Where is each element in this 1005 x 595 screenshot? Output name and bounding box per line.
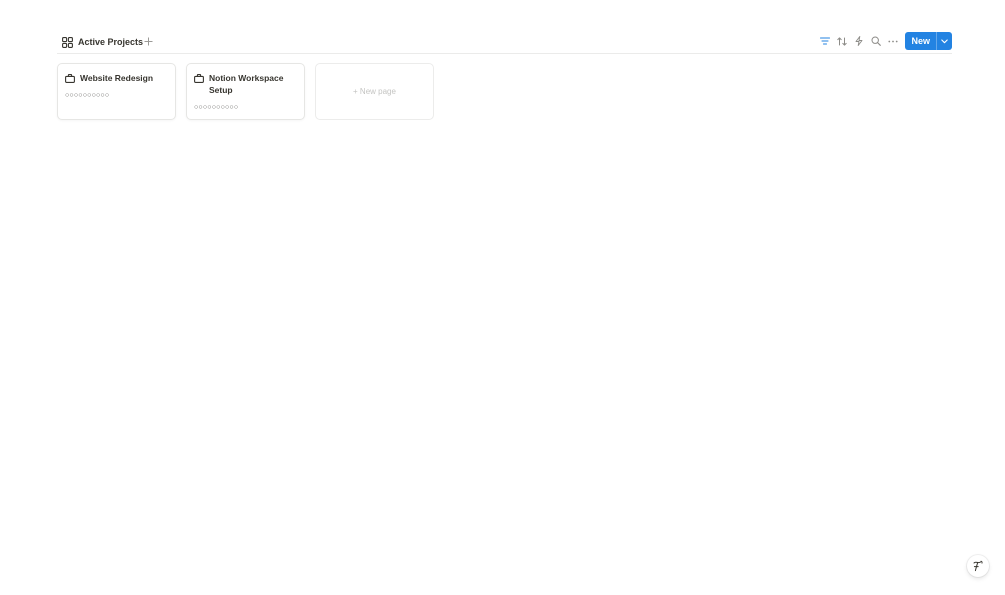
view-tab-label: Active Projects [78, 37, 144, 47]
new-button-group: New [905, 32, 952, 50]
card-title-text: Website Redesign [80, 73, 154, 83]
search-icon [871, 36, 881, 46]
plus-icon [144, 37, 152, 45]
more-horizontal-icon [888, 40, 898, 42]
view-bar: Active Projects New [57, 30, 952, 54]
gallery-card[interactable]: Website Redesign ○○○○○○○○○○ [57, 63, 176, 120]
card-property-value: ○○○○○○○○○○ [194, 104, 239, 111]
help-button[interactable] [967, 555, 989, 577]
search-button[interactable] [867, 33, 884, 50]
new-page-label: + New page [353, 87, 396, 96]
gallery-grid-icon [62, 36, 73, 48]
card-title-text: Notion Workspace Setup [209, 73, 284, 95]
sort-icon [837, 36, 847, 46]
lightning-icon [855, 36, 863, 46]
filter-icon [819, 37, 830, 45]
new-button[interactable]: New [905, 32, 936, 50]
briefcase-icon [194, 74, 204, 83]
sort-button[interactable] [833, 33, 850, 50]
automations-button[interactable] [850, 33, 867, 50]
filter-button[interactable] [816, 33, 833, 50]
database-gallery-page: Active Projects New Website Redesign ○○○… [0, 0, 1005, 595]
database-toolbar: New [816, 32, 952, 50]
new-dropdown-button[interactable] [936, 32, 952, 50]
gallery-card[interactable]: Notion Workspace Setup ○○○○○○○○○○ [186, 63, 305, 120]
feedback-icon [973, 560, 983, 572]
briefcase-icon [65, 74, 75, 83]
card-property-value: ○○○○○○○○○○ [65, 92, 110, 99]
view-tab-active-projects[interactable]: Active Projects [62, 34, 143, 50]
card-title: Notion Workspace Setup [194, 72, 294, 96]
more-options-button[interactable] [884, 33, 901, 50]
chevron-down-icon [941, 38, 948, 43]
add-view-button[interactable] [141, 33, 155, 49]
card-title: Website Redesign [65, 72, 165, 84]
new-page-card[interactable]: + New page [315, 63, 434, 120]
